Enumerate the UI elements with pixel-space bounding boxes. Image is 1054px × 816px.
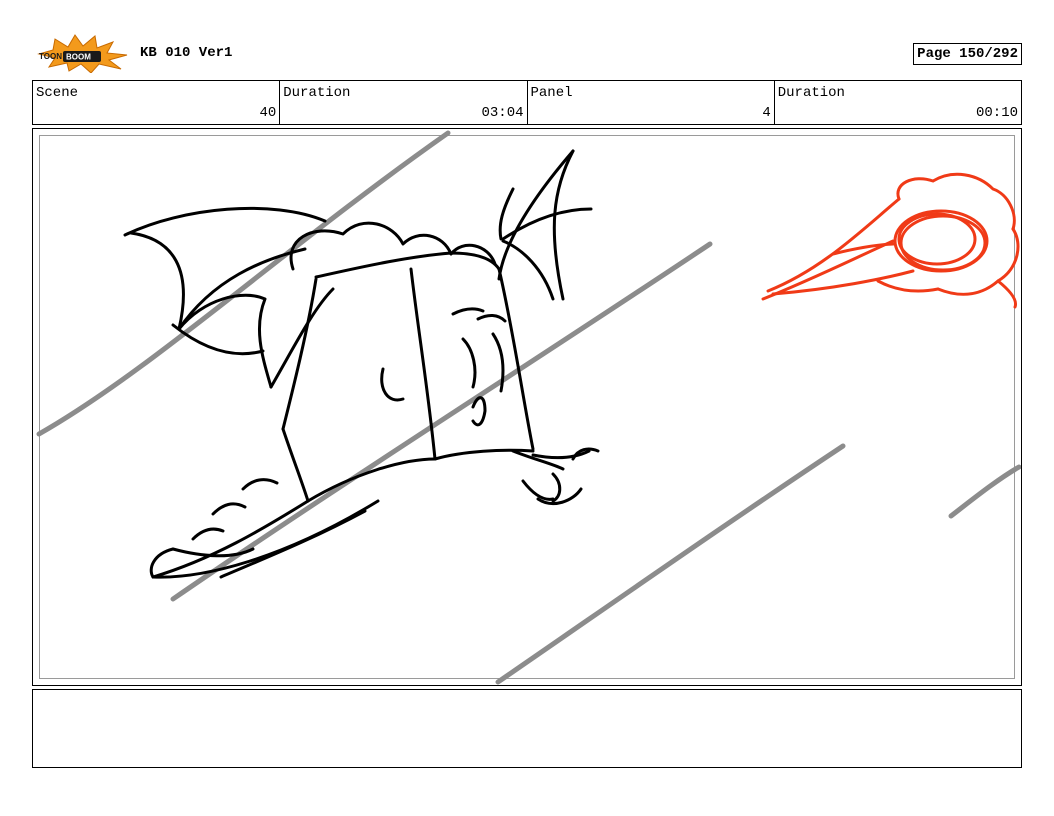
panel-duration-cell: Duration 00:10 [775,81,1021,124]
page-counter: Page 150/292 [913,43,1022,65]
panel-duration-label: Duration [777,85,845,101]
logo-text-toon: TOON [39,52,62,61]
fireball-sketch [761,172,1020,309]
panel-value: 4 [762,105,771,121]
panel-duration-value: 00:10 [975,105,1018,121]
panel-sketch [36,130,1021,685]
scene-value: 40 [259,105,277,121]
panel-notes-box[interactable] [32,689,1022,768]
logo-text-boom: BOOM [66,53,91,62]
scene-duration-label: Duration [283,85,351,101]
document-title: KB 010 Ver1 [140,45,233,61]
panel-label: Panel [530,85,573,101]
panel-cell: Panel 4 [528,81,775,124]
storyboard-panel-frame [32,128,1022,686]
scene-duration-cell: Duration 03:04 [280,81,528,124]
scene-duration-value: 03:04 [481,105,524,121]
panel-info-row: Scene 40 Duration 03:04 Panel 4 Duration… [32,80,1022,125]
scene-cell: Scene 40 [33,81,281,124]
scene-label: Scene [36,85,79,101]
toon-boom-logo: TOON BOOM [37,34,128,73]
storyboard-header: TOON BOOM KB 010 Ver1 Page 150/292 [32,30,1022,76]
